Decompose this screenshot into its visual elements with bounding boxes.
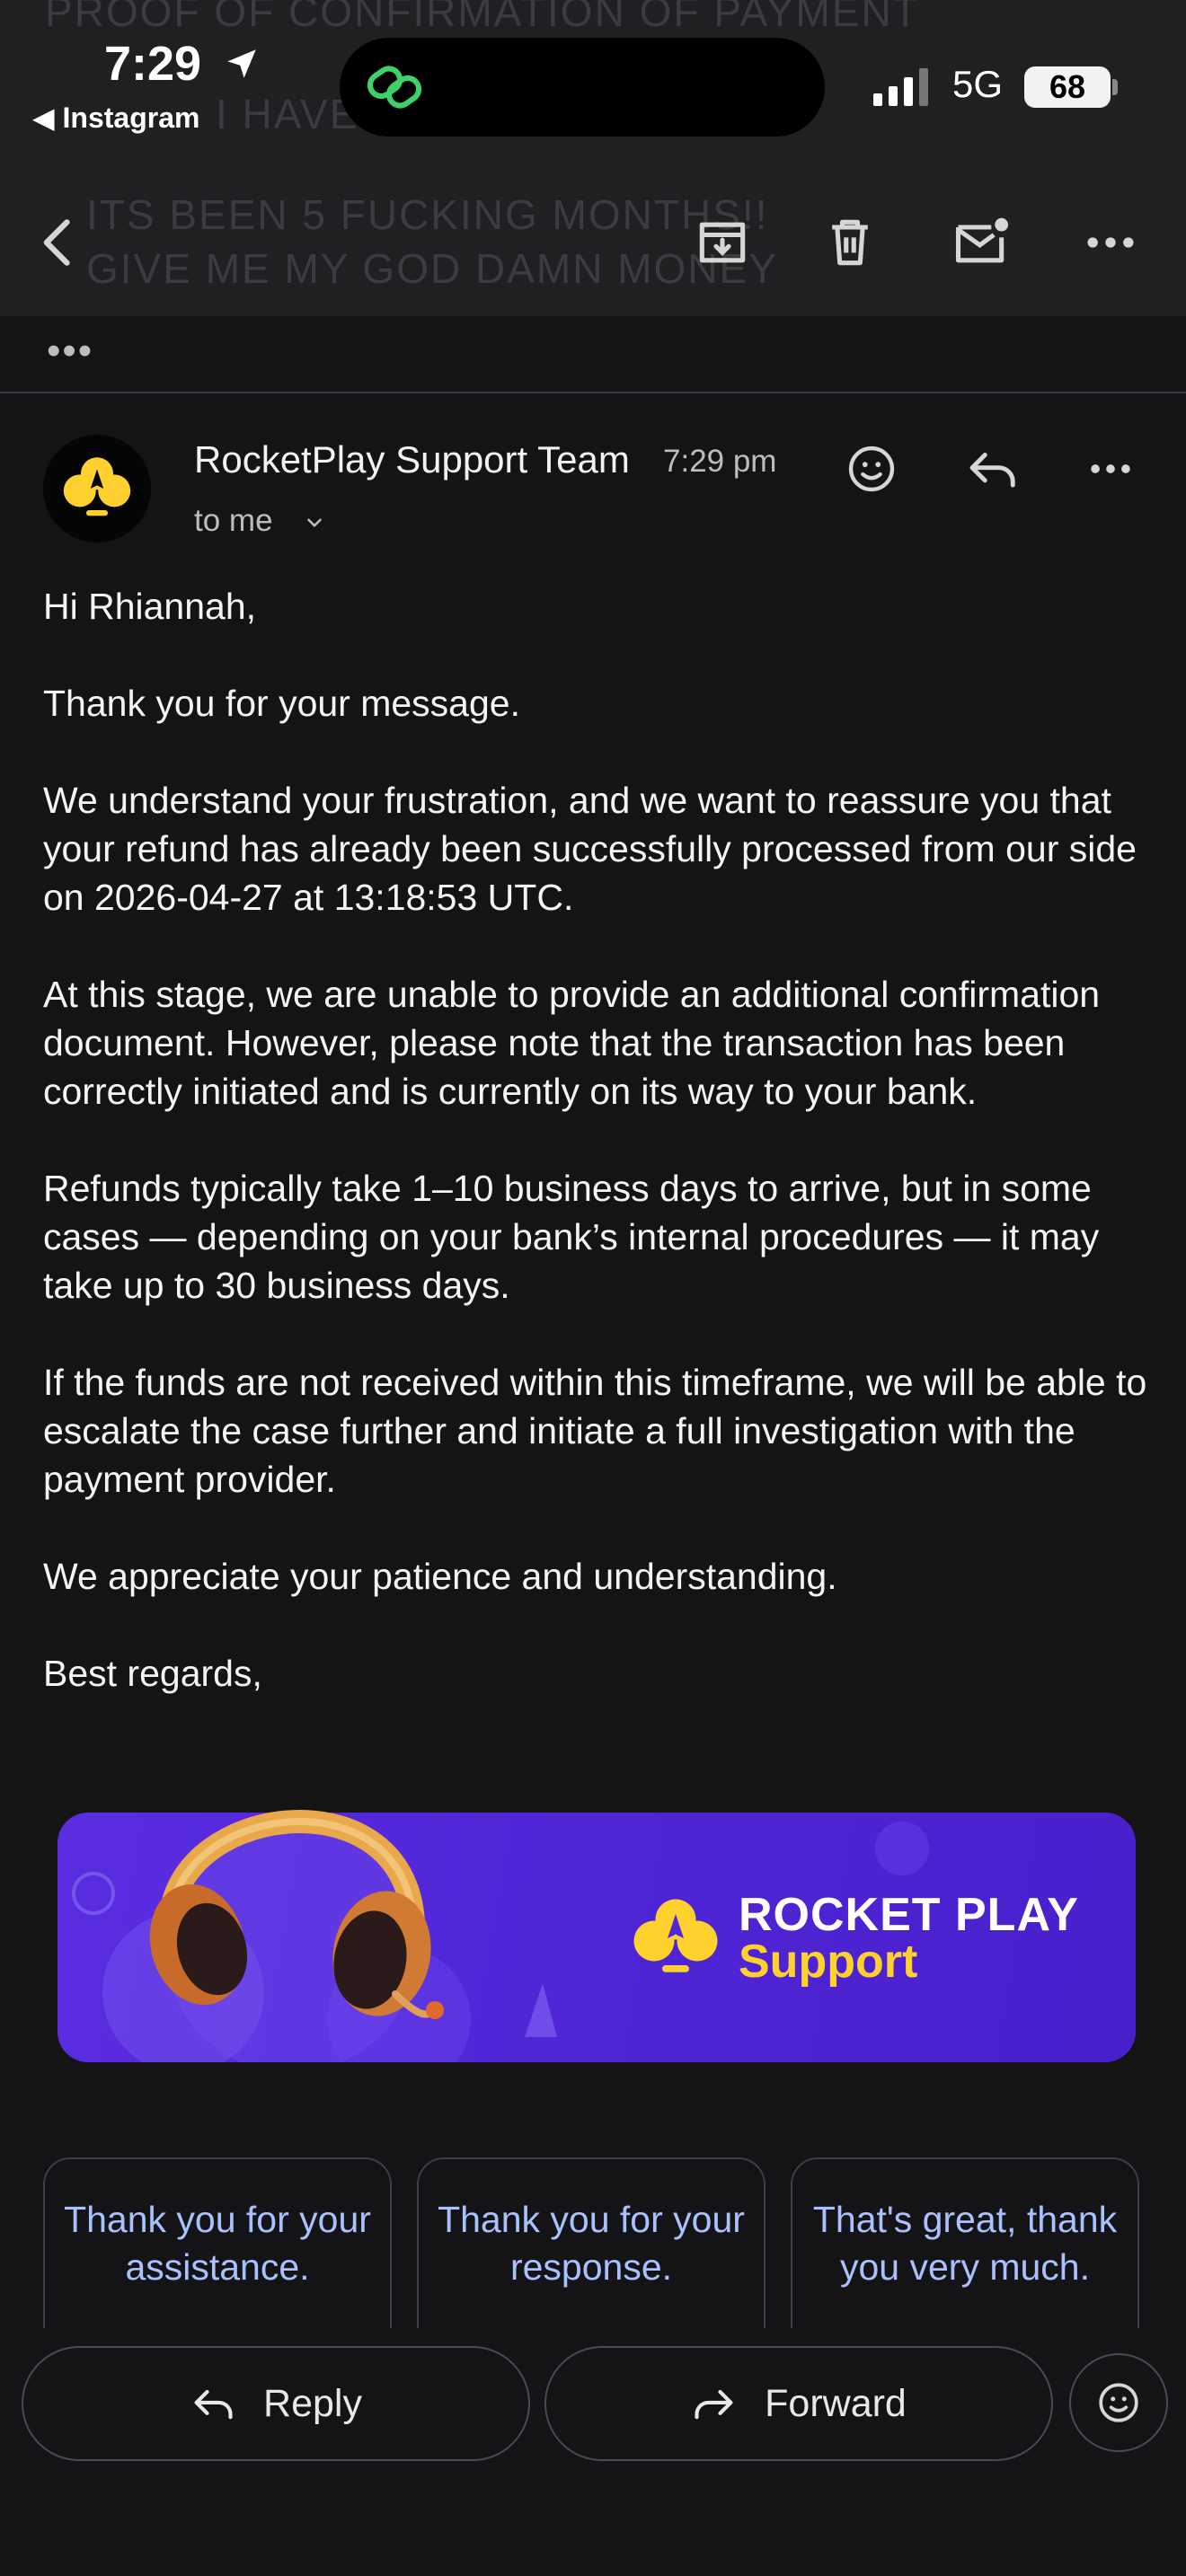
- body-paragraph: If the funds are not received within thi…: [43, 1362, 1147, 1500]
- collapsed-messages[interactable]: •••: [0, 316, 1186, 393]
- network-label: 5G: [952, 63, 1004, 105]
- smiley-icon: [848, 446, 895, 492]
- threads-link-icon: [367, 66, 422, 109]
- delete-button[interactable]: [814, 207, 886, 278]
- status-time: 7:29: [104, 37, 202, 91]
- smart-reply-chip[interactable]: Thank you for your assistance.: [43, 2157, 392, 2328]
- emoji-reaction-button[interactable]: [1069, 2353, 1168, 2452]
- dynamic-island: [340, 38, 825, 137]
- chevron-down-icon: [307, 518, 323, 527]
- back-button[interactable]: [23, 207, 95, 278]
- more-icon: [1091, 464, 1130, 473]
- rocketplay-logo-icon: [633, 1899, 718, 1972]
- forward-label: Forward: [765, 2381, 907, 2425]
- smart-reply-chip[interactable]: That's great, thank you very much.: [791, 2157, 1139, 2328]
- mark-unread-button[interactable]: [945, 207, 1017, 278]
- thread-ghost-line: PROOF OF CONFIRMATION OF PAYMENT: [45, 0, 920, 35]
- body-paragraph: Hi Rhiannah,: [43, 586, 257, 627]
- thread-ghost-line: GIVE ME MY GOD DAMN MONEY: [86, 245, 778, 292]
- forward-icon: [695, 2389, 733, 2420]
- add-reaction-button[interactable]: [837, 435, 906, 503]
- thread-ghost-line: ITS BEEN 5 FUCKING MONTHS!!: [86, 191, 769, 238]
- body-paragraph: Refunds typically take 1–10 business day…: [43, 1168, 1100, 1306]
- show-trimmed-content[interactable]: •••: [47, 329, 93, 374]
- rocketplay-logo-icon: [63, 457, 131, 516]
- body-paragraph: We understand your frustration, and we w…: [43, 780, 1137, 918]
- body-paragraph: Best regards,: [43, 1653, 262, 1694]
- sent-time: 7:29 pm: [663, 444, 777, 479]
- location-arrow-icon: [227, 49, 256, 78]
- archive-icon: [699, 222, 746, 263]
- banner-title: ROCKET PLAY: [739, 1889, 1079, 1941]
- smiley-icon: [1099, 2383, 1138, 2422]
- battery-tip: [1112, 79, 1118, 95]
- more-options-button[interactable]: [1075, 207, 1146, 278]
- top-app-bar: PROOF OF CONFIRMATION OF PAYMENT I HAVEN…: [0, 0, 1186, 316]
- more-icon: [1087, 237, 1134, 248]
- forward-button[interactable]: Forward: [544, 2346, 1053, 2461]
- archive-button[interactable]: [686, 207, 758, 278]
- back-to-app-link[interactable]: ◀ Instagram: [32, 101, 199, 135]
- headphones-icon: [149, 1810, 444, 2019]
- sender-name[interactable]: RocketPlay Support Team: [194, 438, 630, 481]
- reply-icon: [194, 2389, 233, 2420]
- body-paragraph: Thank you for your message.: [43, 683, 520, 724]
- banner-brand: ROCKET PLAY Support: [633, 1879, 1114, 2023]
- recipient-label: to me: [194, 503, 273, 538]
- body-paragraph: At this stage, we are unable to provide …: [43, 974, 1101, 1112]
- battery-indicator: 68: [1024, 66, 1111, 108]
- back-arrow-icon: [43, 219, 70, 266]
- reply-icon: [969, 453, 1015, 488]
- reply-header-button[interactable]: [958, 435, 1026, 503]
- mark-unread-icon: [955, 217, 1009, 263]
- message-body: Hi Rhiannah, Thank you for your message.…: [43, 582, 1148, 1746]
- reply-button[interactable]: Reply: [22, 2346, 530, 2461]
- recipient-toggle[interactable]: to me: [194, 503, 326, 539]
- banner-subtitle: Support: [739, 1936, 918, 1988]
- signal-icon: [873, 68, 928, 106]
- trash-icon: [832, 219, 868, 266]
- smart-reply-chip[interactable]: Thank you for your response.: [417, 2157, 766, 2328]
- body-paragraph: We appreciate your patience and understa…: [43, 1556, 837, 1597]
- avatar[interactable]: [43, 435, 151, 543]
- reply-label: Reply: [263, 2381, 362, 2425]
- message-more-button[interactable]: [1076, 435, 1145, 503]
